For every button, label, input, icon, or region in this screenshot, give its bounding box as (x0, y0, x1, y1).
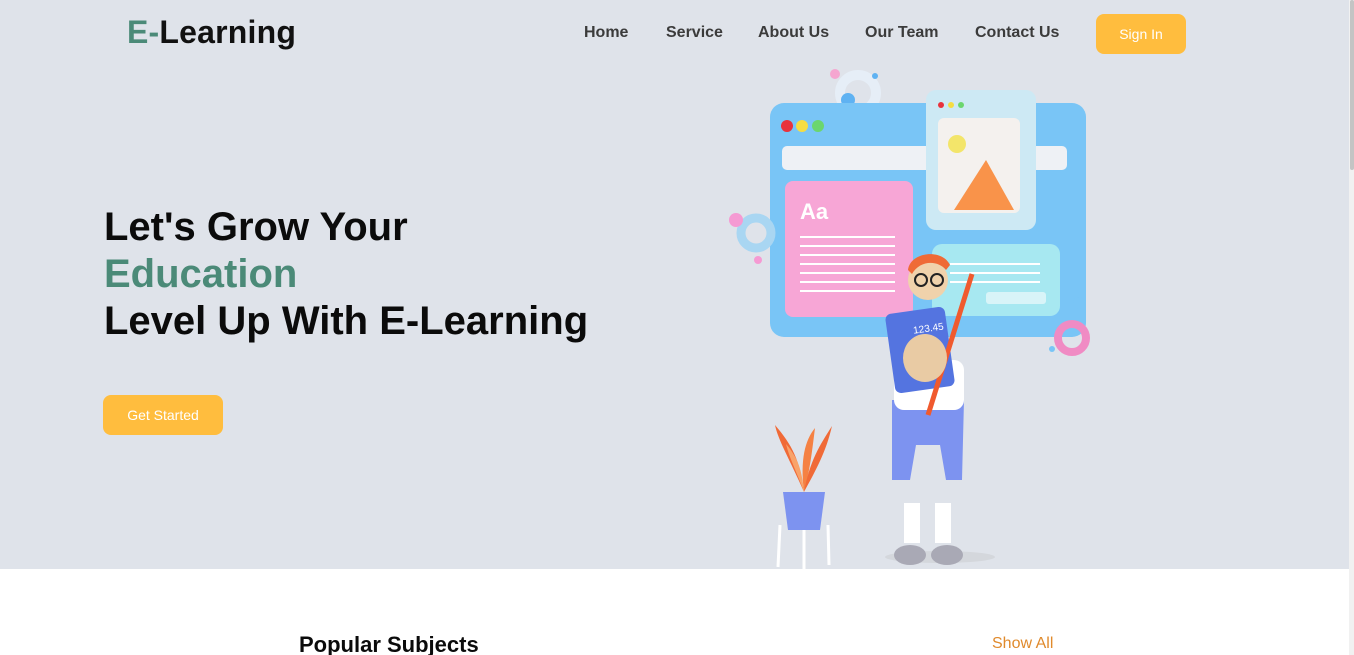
nav-contact-us[interactable]: Contact Us (975, 24, 1059, 42)
nav-service[interactable]: Service (666, 24, 723, 42)
card-text: Aa (800, 199, 829, 224)
logo[interactable]: E-Learning (127, 14, 296, 51)
plant-graphic (775, 425, 832, 570)
hero-headline: Let's Grow Your Education Level Up With … (104, 204, 588, 345)
logo-text: Learning (159, 14, 297, 50)
headline-line-2: Education (104, 252, 298, 296)
headline-line-1: Let's Grow Your (104, 205, 408, 249)
nav-home[interactable]: Home (584, 24, 628, 42)
nav-our-team[interactable]: Our Team (865, 24, 939, 42)
headline-line-3: Level Up With E-Learning (104, 299, 589, 343)
sign-in-button[interactable]: Sign In (1096, 14, 1186, 54)
hero-illustration: Aa 123.45 (729, 69, 1090, 570)
popular-subjects-title: Popular Subjects (299, 632, 479, 655)
logo-prefix: E- (127, 14, 160, 50)
get-started-button[interactable]: Get Started (103, 395, 223, 435)
scrollbar-thumb[interactable] (1350, 0, 1354, 170)
decor-ring-left (729, 213, 776, 264)
nav-about-us[interactable]: About Us (758, 24, 829, 42)
show-all-link[interactable]: Show All (992, 635, 1053, 653)
